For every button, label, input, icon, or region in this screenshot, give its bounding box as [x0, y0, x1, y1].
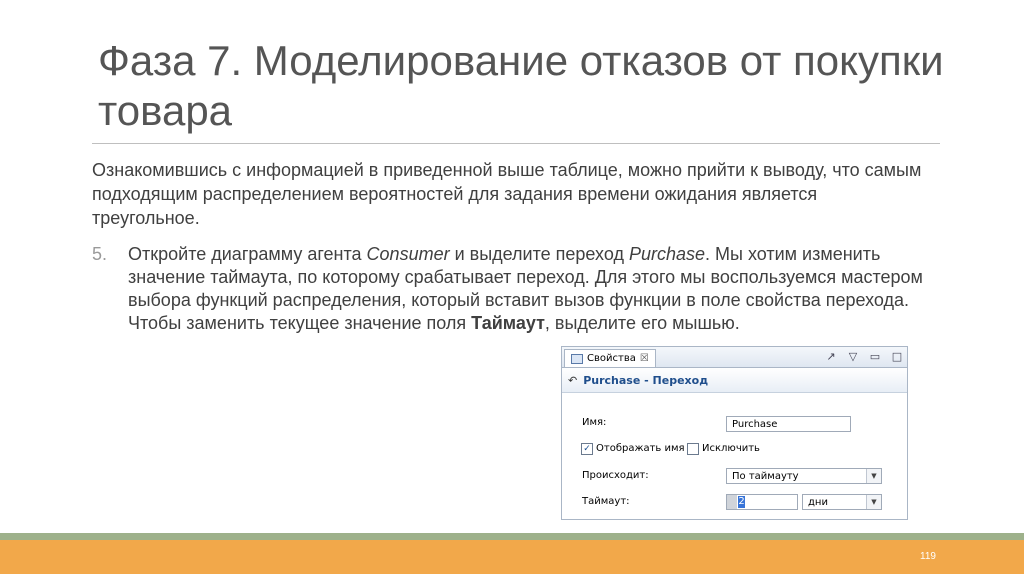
step-text-part: и выделите переход	[449, 244, 629, 264]
timeout-value[interactable]: 2	[738, 496, 745, 508]
show-name-label: Отображать имя	[596, 443, 685, 454]
step-text: Откройте диаграмму агента Consumer и выд…	[128, 243, 932, 335]
panel-body: Имя: Purchase ✓ Отображать имя Исключить…	[562, 393, 907, 519]
name-label: Имя:	[582, 417, 607, 428]
step-item: 5. Откройте диаграмму агента Consumer и …	[92, 243, 932, 335]
panel-header: ↶ Purchase - Переход	[562, 368, 907, 393]
panel-toolbar: ↗ ▽ ▭ □	[825, 350, 903, 363]
show-name-checkbox[interactable]: ✓	[581, 443, 593, 455]
slide-title: Фаза 7. Моделирование отказов от покупки…	[98, 37, 944, 134]
step-number: 5.	[92, 244, 108, 264]
transition-icon: ↶	[568, 373, 578, 387]
panel-header-title: Purchase - Переход	[583, 373, 709, 387]
title-divider	[92, 143, 940, 144]
minimize-icon[interactable]: ▭	[869, 350, 881, 363]
close-icon[interactable]: ☒	[640, 353, 649, 364]
trigger-label: Происходит:	[582, 470, 649, 481]
name-input[interactable]: Purchase	[726, 416, 851, 432]
step-text-part: Откройте диаграмму агента	[128, 244, 367, 264]
view-menu-icon[interactable]: ▽	[847, 350, 859, 363]
tab-properties[interactable]: Свойства ☒	[564, 349, 656, 367]
field-name: Таймаут	[471, 313, 545, 333]
timeout-unit-dropdown[interactable]: дни ▼	[802, 494, 882, 510]
maximize-icon[interactable]: □	[891, 350, 903, 363]
exclude-label: Исключить	[702, 443, 760, 454]
code-marker	[727, 495, 737, 509]
intro-paragraph: Ознакомившись с информацией в приведенно…	[92, 160, 922, 228]
trigger-dropdown[interactable]: По таймауту ▼	[726, 468, 882, 484]
chevron-down-icon[interactable]: ▼	[866, 495, 881, 509]
timeout-label: Таймаут:	[582, 496, 630, 507]
footer-bar	[0, 540, 1024, 574]
exclude-checkbox[interactable]	[687, 443, 699, 455]
panel-tab-bar: Свойства ☒ ↗ ▽ ▭ □	[562, 347, 907, 368]
chevron-down-icon[interactable]: ▼	[866, 469, 881, 483]
footer-accent-bar	[0, 533, 1024, 540]
properties-panel: Свойства ☒ ↗ ▽ ▭ □ ↶ Purchase - Переход …	[561, 346, 908, 520]
tab-label: Свойства	[587, 353, 636, 364]
agent-name: Consumer	[366, 244, 450, 264]
timeout-input[interactable]: 2	[726, 494, 798, 510]
trigger-value: По таймауту	[732, 471, 799, 482]
properties-icon	[571, 353, 583, 364]
step-text-part: , выделите его мышью.	[544, 313, 740, 333]
page-number: 119	[920, 551, 936, 562]
transition-name: Purchase	[628, 244, 706, 264]
new-window-icon[interactable]: ↗	[825, 350, 837, 363]
timeout-unit-value: дни	[808, 497, 828, 508]
